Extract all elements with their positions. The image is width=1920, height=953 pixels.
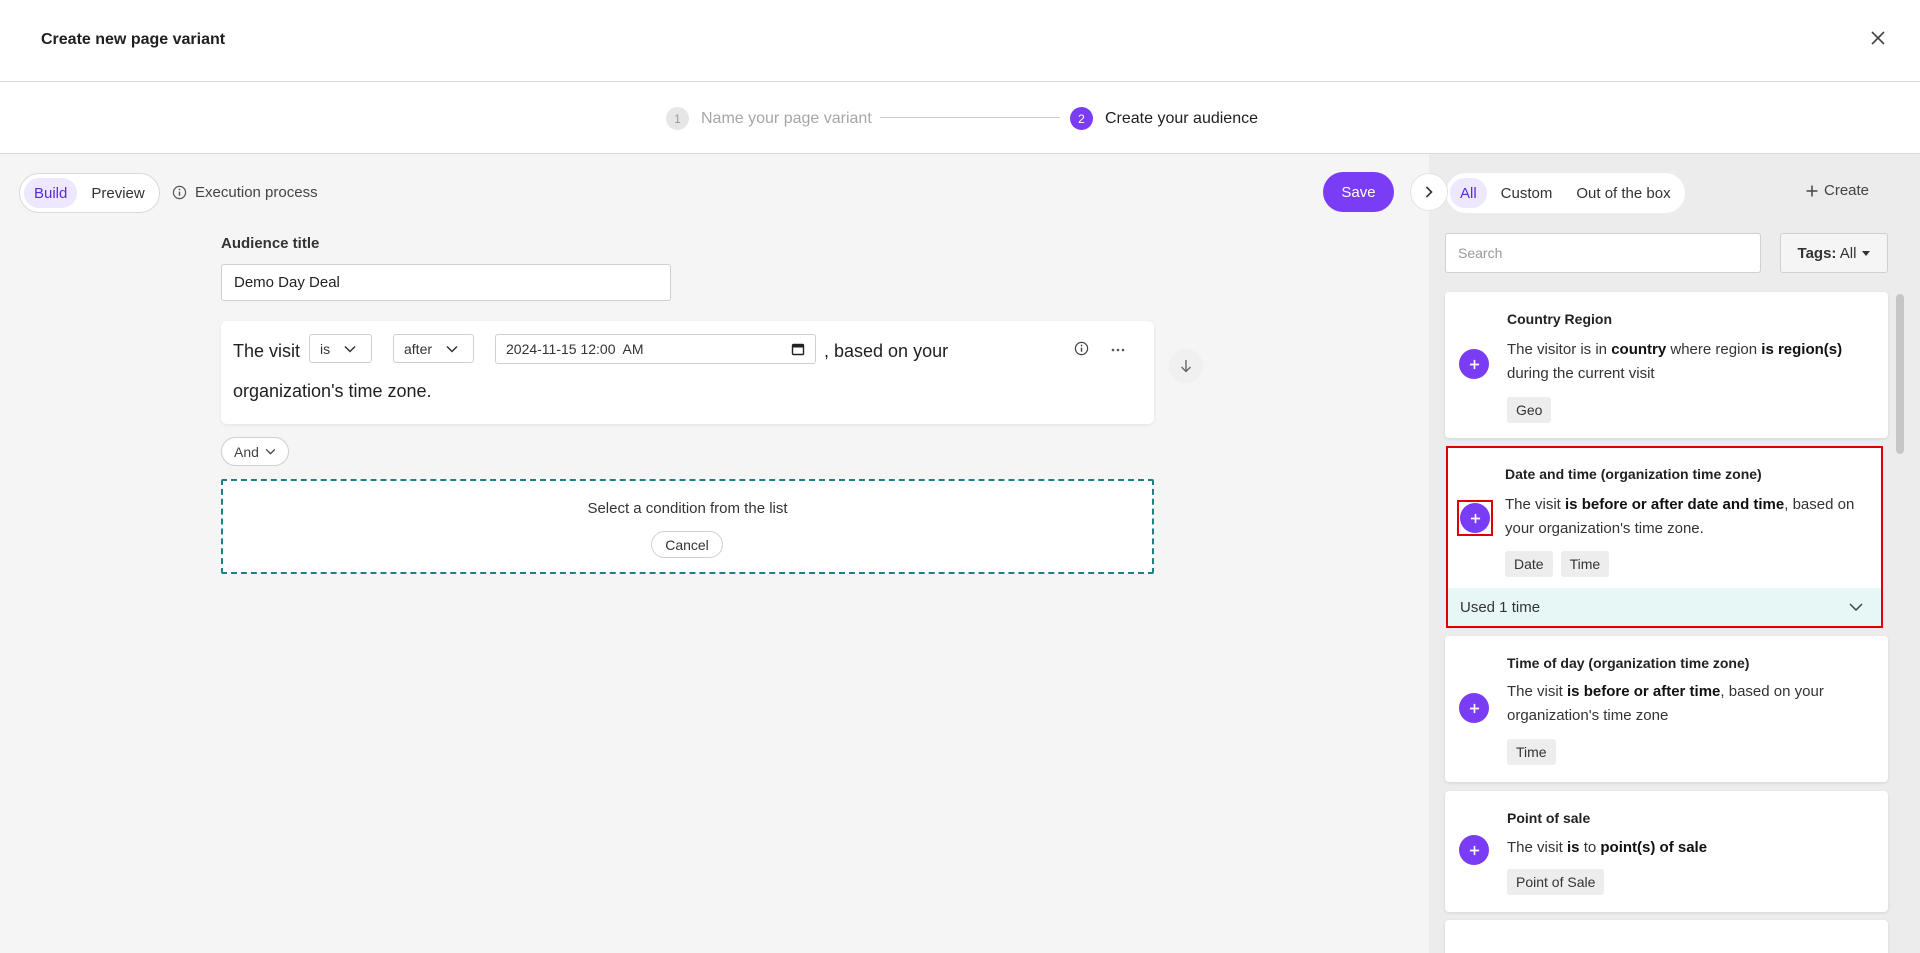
and-button[interactable]: And bbox=[221, 437, 289, 466]
chevron-down-icon bbox=[344, 345, 356, 353]
collapse-panel-button[interactable] bbox=[1410, 173, 1448, 211]
tags-filter-dropdown[interactable]: Tags: All bbox=[1780, 233, 1888, 273]
tags-value: All bbox=[1839, 244, 1857, 262]
caret-down-icon bbox=[1862, 250, 1871, 256]
datetime-input[interactable]: 2024-11-15 12:00 AM bbox=[495, 334, 816, 364]
drop-zone-message: Select a condition from the list bbox=[587, 500, 788, 517]
preview-tab[interactable]: Preview bbox=[81, 178, 154, 208]
condition-prefix: The visit bbox=[233, 341, 301, 361]
card-tags: Point of Sale bbox=[1507, 869, 1605, 895]
tag: Date bbox=[1505, 551, 1553, 577]
condition-drop-zone: Select a condition from the list Cancel bbox=[221, 479, 1154, 574]
card-title: Date and time (organization time zone) bbox=[1505, 466, 1762, 482]
add-condition-button[interactable] bbox=[1459, 693, 1489, 723]
chevron-down-icon bbox=[265, 448, 276, 455]
condition-card-next bbox=[1445, 920, 1888, 953]
cancel-button[interactable]: Cancel bbox=[651, 531, 723, 558]
create-condition-button[interactable]: Create bbox=[1806, 182, 1869, 199]
comparison-value: after bbox=[404, 340, 433, 357]
usage-expander[interactable]: Used 1 time bbox=[1448, 588, 1881, 626]
tab-out-of-the-box[interactable]: Out of the box bbox=[1566, 178, 1680, 208]
comparison-select[interactable]: after bbox=[393, 334, 474, 363]
condition-suffix-line2: organization's time zone. bbox=[233, 381, 432, 401]
card-description: The visit is to point(s) of sale bbox=[1507, 839, 1708, 856]
tag: Time bbox=[1507, 739, 1556, 765]
plus-icon bbox=[1469, 359, 1479, 369]
card-tags: Date Time bbox=[1505, 551, 1610, 577]
build-tab[interactable]: Build bbox=[24, 178, 78, 208]
plus-icon bbox=[1470, 513, 1480, 523]
card-description: The visit is before or after date and ti… bbox=[1505, 496, 1855, 537]
card-tags: Time bbox=[1507, 739, 1556, 765]
plus-icon bbox=[1469, 845, 1479, 855]
conditions-sidebar: All Custom Out of the box Create Tags: A… bbox=[1429, 154, 1920, 953]
condition-card-point-of-sale: Point of sale The visit is to point(s) o… bbox=[1445, 791, 1888, 912]
card-tags: Geo bbox=[1507, 397, 1552, 423]
add-condition-button[interactable] bbox=[1459, 835, 1489, 865]
tag: Point of Sale bbox=[1507, 869, 1605, 895]
calendar-icon[interactable] bbox=[791, 342, 805, 356]
info-icon bbox=[172, 185, 187, 200]
execution-process-link[interactable]: Execution process bbox=[172, 184, 318, 201]
plus-icon bbox=[1469, 703, 1479, 713]
tag: Time bbox=[1560, 551, 1610, 577]
create-label: Create bbox=[1824, 182, 1870, 199]
tags-label: Tags: bbox=[1797, 244, 1837, 262]
condition-info-icon[interactable] bbox=[1074, 341, 1089, 361]
execution-process-label: Execution process bbox=[195, 184, 318, 201]
chevron-down-icon bbox=[446, 345, 458, 353]
builder-panel: Build Preview Execution process Save Aud… bbox=[0, 154, 1448, 953]
chevron-down-icon bbox=[1849, 603, 1863, 611]
close-icon[interactable] bbox=[1866, 26, 1890, 50]
condition-card: The visit is after 2024-11-15 12:00 AM ,… bbox=[221, 321, 1154, 424]
card-title: Point of sale bbox=[1507, 810, 1591, 826]
datetime-value: 2024-11-15 12:00 AM bbox=[506, 341, 644, 357]
condition-card-country-region: Country Region The visitor is in country… bbox=[1445, 292, 1888, 438]
step-number: 1 bbox=[666, 107, 689, 130]
condition-suffix: , based on your bbox=[824, 341, 949, 361]
arrow-down-icon[interactable] bbox=[1169, 349, 1203, 383]
card-title: Time of day (organization time zone) bbox=[1507, 655, 1750, 671]
add-condition-button[interactable] bbox=[1460, 503, 1490, 533]
step-label: Create your audience bbox=[1105, 109, 1258, 127]
dialog-title: Create new page variant bbox=[41, 31, 226, 48]
step-name-variant[interactable]: 1 Name your page variant bbox=[666, 107, 872, 130]
card-description: The visitor is in country where region i… bbox=[1507, 341, 1843, 382]
build-preview-toggle: Build Preview bbox=[19, 173, 160, 213]
audience-title-input[interactable] bbox=[221, 264, 671, 301]
audience-title-label: Audience title bbox=[221, 235, 320, 252]
stepper: 1 Name your page variant 2 Create your a… bbox=[0, 82, 1920, 154]
condition-card-time-of-day: Time of day (organization time zone) The… bbox=[1445, 636, 1888, 782]
card-title: Country Region bbox=[1507, 311, 1612, 327]
tag: Geo bbox=[1507, 397, 1552, 423]
operator-value: is bbox=[320, 340, 331, 357]
add-condition-button[interactable] bbox=[1459, 349, 1489, 379]
condition-filter-tabs: All Custom Out of the box bbox=[1446, 173, 1685, 213]
tab-all[interactable]: All bbox=[1450, 178, 1487, 208]
more-options-icon[interactable] bbox=[1111, 339, 1125, 355]
tab-custom[interactable]: Custom bbox=[1491, 178, 1563, 208]
condition-card-date-and-time: Date and time (organization time zone) T… bbox=[1446, 446, 1883, 628]
plus-icon bbox=[1806, 185, 1818, 196]
step-connector bbox=[880, 117, 1060, 118]
sidebar-scrollbar[interactable] bbox=[1896, 294, 1904, 454]
operator-select[interactable]: is bbox=[309, 334, 372, 363]
dialog-header: Create new page variant bbox=[0, 0, 1920, 82]
usage-count: Used 1 time bbox=[1460, 598, 1541, 616]
save-button[interactable]: Save bbox=[1323, 172, 1394, 212]
search-input[interactable] bbox=[1445, 233, 1761, 273]
chevron-right-icon bbox=[1425, 186, 1433, 198]
step-create-audience[interactable]: 2 Create your audience bbox=[1070, 107, 1258, 130]
step-label: Name your page variant bbox=[701, 109, 872, 127]
card-description: The visit is before or after time, based… bbox=[1507, 683, 1824, 724]
and-label: And bbox=[234, 443, 259, 460]
step-number: 2 bbox=[1070, 107, 1093, 130]
